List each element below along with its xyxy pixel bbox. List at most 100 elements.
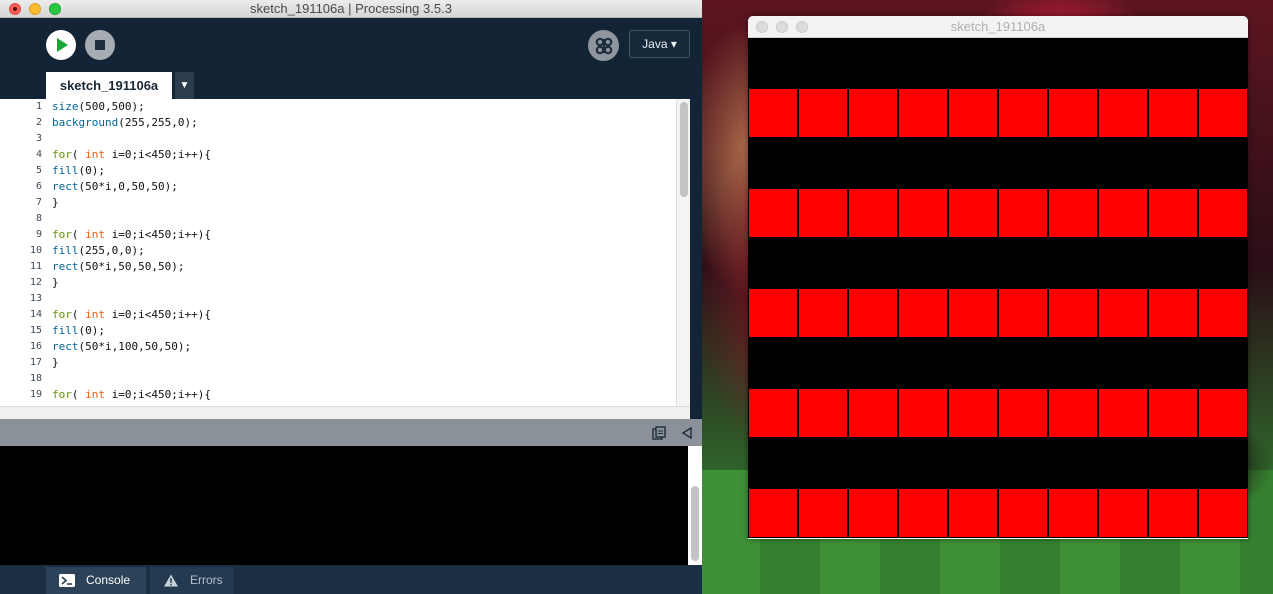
canvas-cell [898,438,948,488]
canvas-cell [998,238,1048,288]
code-token: (500,500); [78,100,145,113]
code-token: i=0;i<450;i++){ [105,388,211,401]
editor-horizontal-scrollbar[interactable] [0,406,690,419]
code-line[interactable]: 2 background(255,255,0); [0,115,676,131]
canvas-cell [1048,438,1098,488]
canvas-cell [1098,238,1148,288]
code-line[interactable]: 4 for( int i=0;i<450;i++){ [0,147,676,163]
canvas-cell [948,38,998,88]
sketch-canvas[interactable] [748,38,1248,538]
tab-console[interactable]: Console [46,567,146,594]
line-number: 13 [29,293,42,304]
canvas-cell [948,388,998,438]
code-editor[interactable]: 1 size(500,500); 2 background(255,255,0); 3 4… [0,99,702,406]
run-button[interactable] [46,30,76,60]
sketch-minimize-button[interactable] [776,21,788,33]
canvas-cell [1198,138,1248,188]
sketch-output-window: sketch_191106a [748,16,1248,539]
code-line[interactable]: 15 fill(0); [0,323,676,339]
tab-menu-button[interactable]: ▼ [175,72,194,99]
code-line[interactable]: 16 rect(50*i,100,50,50); [0,339,676,355]
collapse-left-icon[interactable] [680,426,694,440]
code-token: } [52,356,59,369]
code-token: ( [71,388,86,401]
canvas-cell [1098,388,1148,438]
canvas-cell [998,138,1048,188]
code-text: } [52,355,59,371]
code-token: fill [52,164,79,177]
code-token: rect [52,180,79,193]
code-line[interactable]: 8 [0,211,676,227]
code-line[interactable]: 10 fill(255,0,0); [0,243,676,259]
canvas-cell [1048,288,1098,338]
editor-scroll-thumb[interactable] [680,102,688,197]
zoom-window-button[interactable] [49,3,61,15]
canvas-cell [798,88,848,138]
code-line[interactable]: 18 [0,371,676,387]
canvas-cell [798,188,848,238]
code-line[interactable]: 3 [0,131,676,147]
close-window-button[interactable] [9,3,21,15]
canvas-cell [948,138,998,188]
tab-errors[interactable]: Errors [150,567,234,594]
minimize-window-button[interactable] [29,3,41,15]
canvas-cell [1198,38,1248,88]
canvas-cell [748,138,798,188]
canvas-cell [898,138,948,188]
console-output[interactable] [0,446,702,565]
line-number: 15 [29,325,42,336]
canvas-cell [1148,438,1198,488]
code-token: ( [71,148,86,161]
canvas-cell [898,88,948,138]
canvas-cell [1198,488,1248,538]
canvas-cell [1048,238,1098,288]
canvas-cell [1048,338,1098,388]
canvas-cell [1098,138,1148,188]
code-line[interactable]: 12} [0,275,676,291]
sketch-titlebar[interactable]: sketch_191106a [748,16,1248,38]
code-line[interactable]: 1 size(500,500); [0,99,676,115]
sketch-close-button[interactable] [756,21,768,33]
canvas-cell [798,38,848,88]
canvas-cell [1098,88,1148,138]
canvas-cell [1198,88,1248,138]
line-number: 3 [35,133,42,144]
canvas-cell [848,338,898,388]
code-line[interactable]: 19 for( int i=0;i<450;i++){ [0,387,676,403]
code-line[interactable]: 13 [0,291,676,307]
code-token: (0); [78,164,106,177]
ide-titlebar[interactable]: sketch_191106a | Processing 3.5.3 [0,0,702,18]
code-line[interactable]: 6 rect(50*i,0,50,50); [0,179,676,195]
line-number: 1 [35,101,42,112]
sketch-zoom-button[interactable] [796,21,808,33]
code-text: for( int i=0;i<450;i++){ [52,227,211,243]
canvas-cell [848,388,898,438]
code-text: fill(255,0,0); [52,243,145,259]
code-token: (255,255,0); [118,116,198,129]
canvas-cell [798,438,848,488]
butterfly-icon [595,37,612,54]
stop-button[interactable] [85,30,115,60]
editor-vertical-scrollbar[interactable] [676,99,690,406]
console-scroll-thumb[interactable] [691,486,699,561]
code-line[interactable]: 17} [0,355,676,371]
copy-icon[interactable] [652,426,666,440]
canvas-cell [1148,138,1198,188]
canvas-cell [798,138,848,188]
code-line[interactable]: 5 fill(0); [0,163,676,179]
line-number: 14 [29,309,42,320]
editor-right-margin [690,99,702,406]
console-scrollbar[interactable] [688,446,702,565]
play-icon [57,38,68,52]
tab-sketch[interactable]: sketch_191106a [46,72,172,99]
code-line[interactable]: 7} [0,195,676,211]
canvas-cell [1148,88,1198,138]
code-line[interactable]: 14 for( int i=0;i<450;i++){ [0,307,676,323]
debug-button[interactable] [588,30,619,61]
canvas-cell [1198,438,1248,488]
code-area[interactable]: 1 size(500,500); 2 background(255,255,0); 3 4… [0,99,676,406]
code-line[interactable]: 11 rect(50*i,50,50,50); [0,259,676,275]
code-line[interactable]: 9 for( int i=0;i<450;i++){ [0,227,676,243]
mode-selector[interactable]: Java ▾ [629,30,690,58]
sketch-window-title: sketch_191106a [950,19,1046,34]
